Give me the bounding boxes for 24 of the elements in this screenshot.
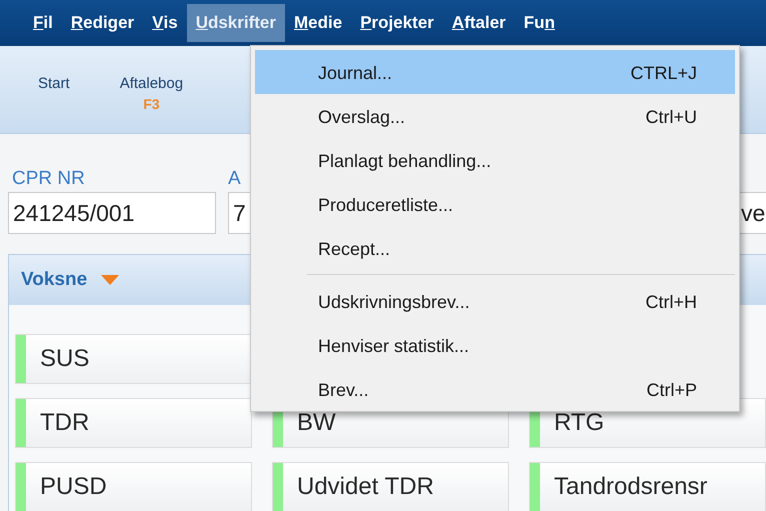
dropdown-arrow-icon[interactable] bbox=[101, 275, 120, 285]
menu-item[interactable]: Aftaler bbox=[442, 4, 515, 42]
toolbar-button[interactable]: Aftalebog F3 bbox=[120, 74, 184, 114]
tile-button[interactable]: TDR bbox=[15, 398, 252, 448]
menu-item[interactable]: Medie bbox=[285, 4, 352, 42]
menu-item[interactable]: Vis bbox=[143, 4, 187, 42]
menu-option[interactable]: Udskrivningsbrev... Ctrl+H bbox=[255, 279, 735, 323]
menu-option[interactable]: Journal... CTRL+J bbox=[255, 50, 735, 94]
tile-button[interactable]: PUSD bbox=[15, 462, 252, 511]
field-label: CPR NR bbox=[11, 167, 86, 191]
input-field[interactable]: ve bbox=[738, 192, 766, 234]
menu-item[interactable]: Rediger bbox=[62, 4, 144, 42]
menu-option[interactable]: Henviser statistik... bbox=[255, 323, 735, 367]
menu-item[interactable]: Projekter bbox=[351, 4, 443, 42]
menu-item[interactable]: Fil bbox=[24, 4, 62, 42]
panel-title: Voksne bbox=[21, 268, 88, 292]
toolbar-button[interactable]: Start bbox=[38, 74, 70, 94]
menu-option[interactable]: Overslag... Ctrl+U bbox=[255, 94, 735, 138]
field-label: A bbox=[228, 167, 242, 191]
tile-button[interactable]: Tandrodsrensr bbox=[529, 462, 766, 511]
tile-button[interactable]: Udvidet TDR bbox=[272, 462, 509, 511]
menu-option[interactable]: Planlagt behandling... bbox=[255, 138, 735, 182]
menu-item[interactable]: Fun bbox=[514, 4, 564, 42]
input-field[interactable]: 241245/001 bbox=[8, 192, 216, 234]
